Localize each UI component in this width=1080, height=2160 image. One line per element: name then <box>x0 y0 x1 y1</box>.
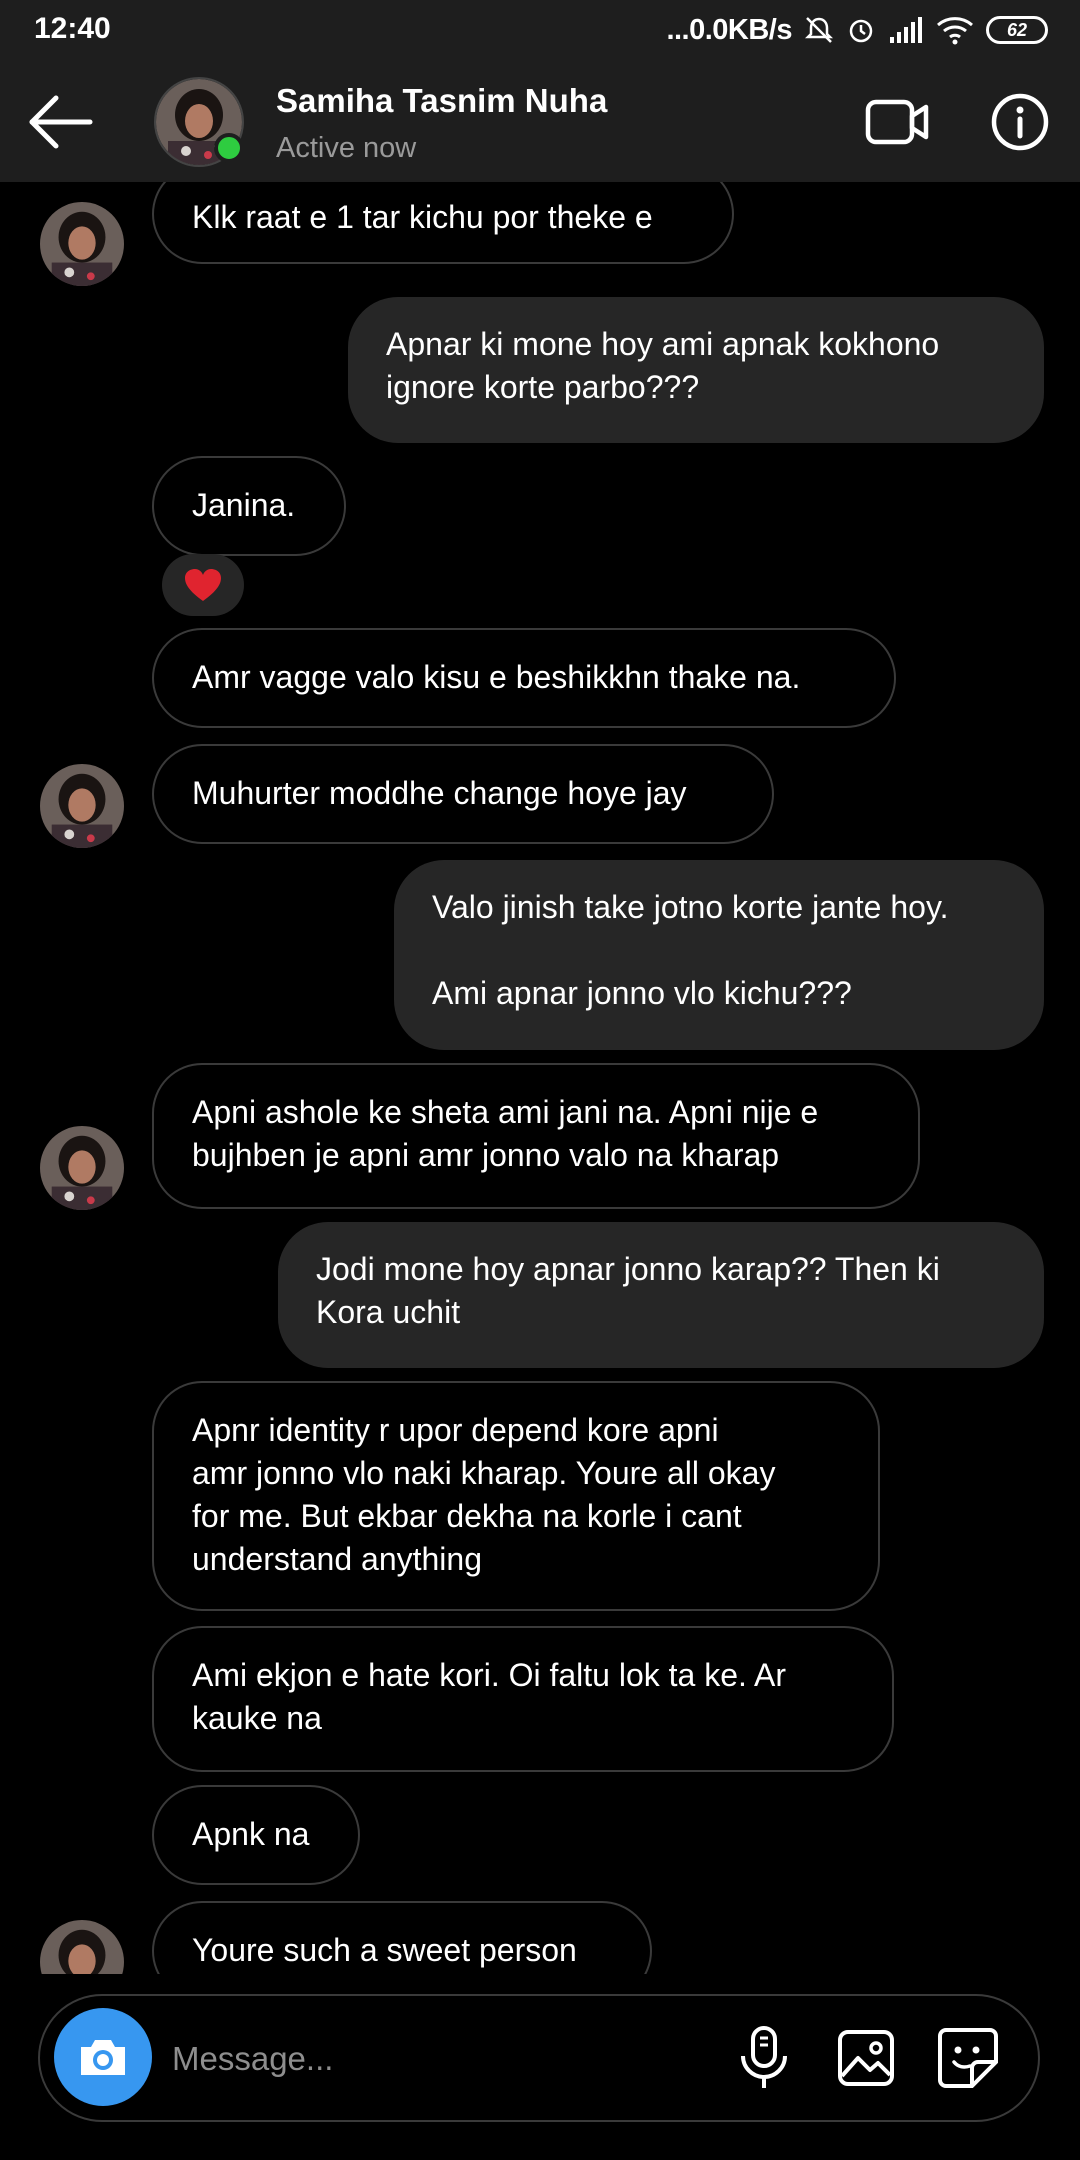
image-icon <box>838 2030 894 2086</box>
profile-photo <box>40 1920 124 1974</box>
voice-message-button[interactable] <box>734 2024 794 2092</box>
status-bar: 12:40 ...0.0KB/s 62 <box>0 0 1080 62</box>
battery-indicator: 62 <box>986 16 1048 44</box>
incoming-message[interactable]: Apnr identity r upor depend kore apni am… <box>152 1381 880 1611</box>
sender-avatar[interactable] <box>40 764 124 848</box>
chat-header: Samiha Tasnim Nuha Active now <box>0 62 1080 182</box>
incoming-message[interactable]: Apnk na <box>152 1785 360 1885</box>
status-icons: ...0.0KB/s 62 <box>666 12 1048 48</box>
incoming-message[interactable]: Klk raat e 1 tar kichu por theke e <box>152 182 734 264</box>
outgoing-message[interactable]: Jodi mone hoy apnar jonno karap?? Then k… <box>278 1222 1044 1368</box>
sender-avatar[interactable] <box>40 1126 124 1210</box>
incoming-message[interactable]: Apni ashole ke sheta ami jani na. Apni n… <box>152 1063 920 1209</box>
camera-icon <box>81 2040 125 2075</box>
incoming-message[interactable]: Muhurter moddhe change hoye jay <box>152 744 774 844</box>
message-composer <box>38 1994 1040 2122</box>
incoming-message[interactable]: Amr vagge valo kisu e beshikkhn thake na… <box>152 628 896 728</box>
alarm-icon <box>849 19 873 43</box>
profile-photo <box>40 1126 124 1210</box>
info-button[interactable] <box>990 92 1050 152</box>
sender-avatar[interactable] <box>40 202 124 286</box>
back-button[interactable] <box>26 92 96 152</box>
message-input[interactable] <box>170 2026 734 2092</box>
profile-photo <box>40 764 124 848</box>
video-call-button[interactable] <box>864 92 932 152</box>
message-thread[interactable]: Klk raat e 1 tar kichu por theke e Apnar… <box>0 182 1080 1974</box>
incoming-message[interactable]: Youre such a sweet person <box>152 1901 652 1974</box>
sticker-button[interactable] <box>936 2026 1000 2090</box>
header-avatar[interactable] <box>154 77 244 167</box>
outgoing-message[interactable]: Apnar ki mone hoy ami apnak kokhono igno… <box>348 297 1044 443</box>
microphone-icon <box>741 2026 787 2088</box>
sticker-icon <box>938 2028 998 2088</box>
outgoing-message[interactable]: Valo jinish take jotno korte jante hoy. … <box>394 860 1044 1050</box>
active-status: Active now <box>276 132 417 164</box>
bell-muted-icon <box>804 17 834 43</box>
contact-name[interactable]: Samiha Tasnim Nuha <box>276 82 607 120</box>
incoming-message[interactable]: Ami ekjon e hate kori. Oi faltu lok ta k… <box>152 1626 894 1772</box>
arrow-left-icon <box>29 95 93 149</box>
incoming-message[interactable]: Janina. <box>152 456 346 556</box>
signal-icon <box>890 17 922 43</box>
reaction-badge[interactable] <box>162 554 244 616</box>
camera-button[interactable] <box>54 2008 152 2106</box>
sender-avatar[interactable] <box>40 1920 124 1974</box>
profile-photo <box>40 202 124 286</box>
online-indicator <box>214 133 244 163</box>
info-icon <box>991 93 1049 151</box>
video-camera-icon <box>865 99 929 145</box>
network-speed: ...0.0KB/s <box>666 13 792 46</box>
wifi-icon <box>937 17 973 45</box>
gallery-button[interactable] <box>836 2028 896 2088</box>
status-time: 12:40 <box>34 12 111 45</box>
heart-icon <box>185 569 221 601</box>
